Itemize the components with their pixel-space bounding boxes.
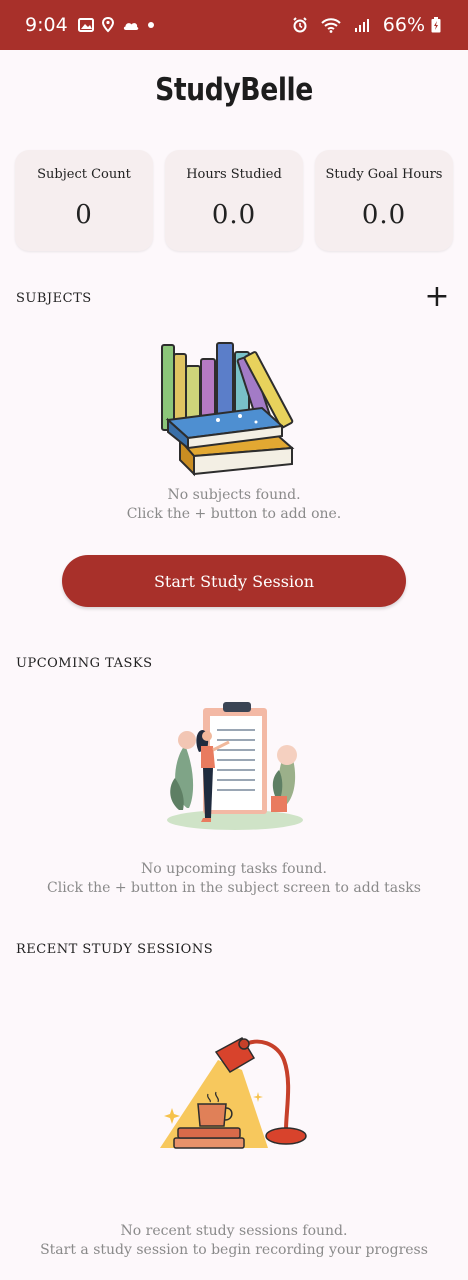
sessions-empty-line1: No recent study sessions found. <box>120 1223 348 1239</box>
image-icon <box>77 18 94 32</box>
subjects-empty-line2: Click the + button to add one. <box>126 506 342 522</box>
wifi-icon <box>321 17 341 33</box>
hours-studied-card: Hours Studied 0.0 <box>165 150 303 251</box>
tasks-empty-line2: Click the + button in the subject screen… <box>47 880 421 896</box>
sessions-empty-line2: Start a study session to begin recording… <box>40 1242 428 1258</box>
tasks-illustration <box>167 702 303 830</box>
subject-count-card: Subject Count 0 <box>15 150 153 251</box>
desk-lamp-illustration <box>160 1037 307 1149</box>
location-icon <box>101 17 115 33</box>
status-bar: 9:04 66% <box>0 0 468 50</box>
alarm-icon <box>292 17 308 33</box>
study-goal-hours-card[interactable]: Study Goal Hours 0.0 <box>315 150 453 251</box>
add-subject-button[interactable]: + <box>423 282 451 312</box>
stat-label: Subject Count <box>37 167 131 182</box>
books-illustration <box>161 342 295 477</box>
status-time: 9:04 <box>25 14 68 36</box>
signal-icon <box>354 18 370 32</box>
tasks-empty-text: No upcoming tasks found. Click the + but… <box>0 860 468 898</box>
start-study-session-button[interactable]: Start Study Session <box>62 555 406 607</box>
stat-value: 0 <box>75 200 93 230</box>
battery-icon <box>431 17 441 33</box>
subjects-empty-text: No subjects found. Click the + button to… <box>0 486 468 524</box>
stat-label: Hours Studied <box>186 167 282 182</box>
weather-icon <box>122 18 140 32</box>
stat-value: 0.0 <box>361 200 407 230</box>
sessions-section-title: RECENT STUDY SESSIONS <box>16 942 214 957</box>
battery-percent: 66% <box>382 14 425 36</box>
dot-icon <box>147 21 155 29</box>
sessions-empty-text: No recent study sessions found. Start a … <box>0 1222 468 1260</box>
stat-label: Study Goal Hours <box>325 167 443 182</box>
subjects-empty-line1: No subjects found. <box>167 487 301 503</box>
tasks-section-title: UPCOMING TASKS <box>16 656 153 671</box>
app-title: StudyBelle <box>155 72 313 108</box>
tasks-empty-line1: No upcoming tasks found. <box>141 861 327 877</box>
stat-value: 0.0 <box>211 200 257 230</box>
subjects-section-title: SUBJECTS <box>16 291 92 306</box>
